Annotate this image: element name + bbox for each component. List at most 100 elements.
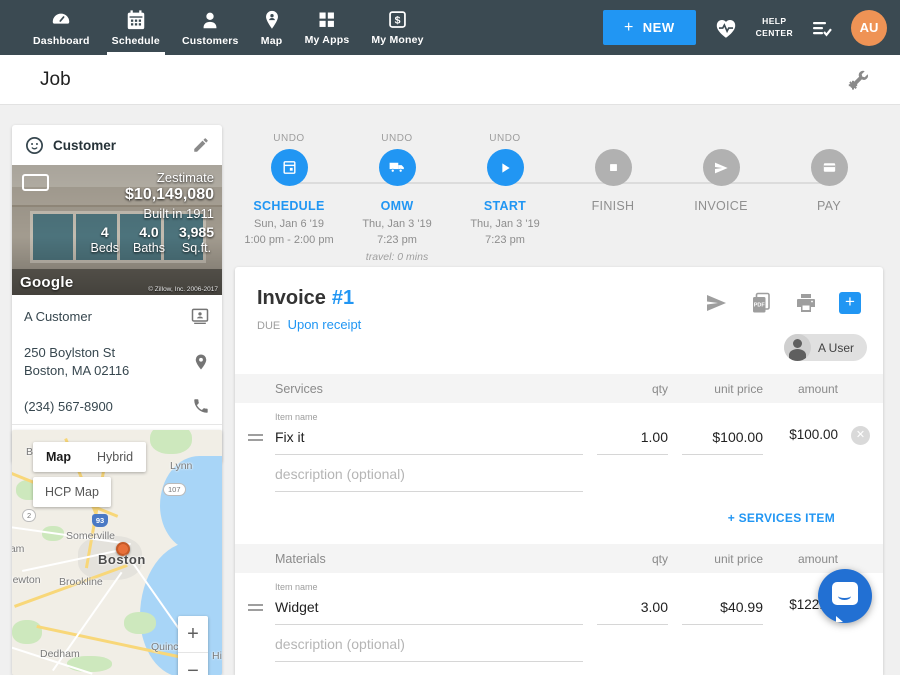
tasks-checklist-icon[interactable] [810, 16, 834, 40]
chat-button[interactable] [818, 569, 872, 623]
material-item-name-input[interactable]: Widget [275, 592, 583, 625]
material-description-input[interactable]: description (optional) [275, 629, 583, 662]
map-label-somerville: Somerville [66, 530, 115, 542]
finish-step-button[interactable] [595, 149, 632, 186]
dashboard-icon [49, 9, 73, 31]
contact-card-icon[interactable] [190, 306, 210, 326]
street-view-icon[interactable] [22, 174, 49, 191]
svg-text:PDF: PDF [754, 303, 766, 309]
pdf-icon[interactable]: PDF [749, 291, 773, 315]
step-label: OMW [343, 199, 451, 213]
step-date-line: Thu, Jan 3 '19 [451, 217, 559, 233]
address-line2: Boston, MA 02116 [24, 363, 129, 378]
heart-pulse-icon[interactable] [713, 15, 739, 41]
customer-card-header: Customer [12, 125, 222, 165]
map-label-brookline: Brookline [59, 576, 103, 588]
service-unit-price-input[interactable]: $100.00 [682, 422, 763, 455]
nav-item-dashboard[interactable]: Dashboard [22, 0, 101, 55]
nav-label: Schedule [112, 35, 160, 47]
unit-price-column-header: unit price [668, 552, 763, 566]
assigned-row: A User [235, 334, 883, 361]
undo-link[interactable]: UNDO [343, 133, 451, 147]
pay-step-button[interactable] [811, 149, 848, 186]
map-label-boston: Boston [98, 552, 146, 567]
step-label: INVOICE [667, 199, 775, 213]
nav-item-my-money[interactable]: $ My Money [360, 0, 434, 55]
nav-item-my-apps[interactable]: My Apps [294, 0, 361, 55]
map-type-map-button[interactable]: Map [33, 442, 84, 472]
baths-value: 4.0 [133, 224, 165, 240]
map-label-lynn: Lynn [170, 460, 192, 472]
step-label: FINISH [559, 199, 667, 213]
new-button-label: NEW [643, 20, 675, 35]
material-qty-input[interactable]: 3.00 [597, 592, 668, 625]
timeline-step-start: UNDO START Thu, Jan 3 '19 7:23 pm [451, 125, 559, 265]
undo-link[interactable]: UNDO [235, 133, 343, 147]
user-avatar[interactable]: AU [851, 10, 887, 46]
services-section-label: Services [275, 382, 583, 396]
step-date-line: Sun, Jan 6 '19 [235, 217, 343, 233]
invoice-step-button[interactable] [703, 149, 740, 186]
map-label-newton: Newton [12, 574, 41, 586]
nav-label: Customers [182, 35, 239, 47]
edit-pencil-icon[interactable] [192, 136, 210, 154]
customer-name-row: A Customer [24, 297, 210, 335]
zestimate-label: Zestimate [90, 170, 214, 185]
wrench-gear-icon[interactable] [846, 68, 870, 92]
step-date: Thu, Jan 3 '19 7:23 pm travel: 0 mins [343, 217, 451, 265]
delete-item-icon[interactable]: ✕ [851, 426, 870, 445]
step-label: SCHEDULE [235, 199, 343, 213]
nav-item-schedule[interactable]: Schedule [101, 0, 171, 55]
map-type-hybrid-button[interactable]: Hybrid [84, 442, 146, 472]
print-icon[interactable] [794, 291, 818, 315]
map-icon [261, 9, 283, 31]
beds-value: 4 [90, 224, 119, 240]
nav-item-customers[interactable]: Customers [171, 0, 250, 55]
service-item-name-input[interactable]: Fix it [275, 422, 583, 455]
sqft-label: Sq.ft. [179, 241, 214, 255]
services-header-band: Services qty unit price amount [235, 374, 883, 403]
assigned-user-chip[interactable]: A User [784, 334, 867, 361]
property-stats: 4 4.0 3,985 Beds Baths Sq.ft. [90, 224, 214, 255]
customer-card-title: Customer [53, 138, 116, 153]
plus-icon: + [624, 22, 634, 34]
map-zoom-control: + − [178, 616, 208, 675]
send-invoice-icon[interactable] [704, 291, 728, 315]
drag-handle[interactable] [248, 434, 263, 441]
hcp-map-button[interactable]: HCP Map [33, 477, 111, 507]
undo-link[interactable]: UNDO [451, 133, 559, 147]
materials-section-label: Materials [275, 552, 583, 566]
step-label: START [451, 199, 559, 213]
help-center-link[interactable]: HELP CENTER [756, 16, 793, 38]
due-value-link[interactable]: Upon receipt [288, 317, 362, 332]
zoom-in-button[interactable]: + [178, 616, 208, 652]
timeline-step-omw: UNDO OMW Thu, Jan 3 '19 7:23 pm travel: … [343, 125, 451, 265]
location-pin-icon[interactable] [192, 352, 210, 372]
service-description-input[interactable]: description (optional) [275, 459, 583, 492]
start-step-button[interactable] [487, 149, 524, 186]
add-materials-row: + MATERIALS ITEM [235, 662, 883, 675]
add-invoice-icon[interactable]: + [839, 292, 861, 314]
service-qty-input[interactable]: 1.00 [597, 422, 668, 455]
map-park [12, 620, 42, 644]
customer-address-row: 250 Boylston St Boston, MA 02116 [24, 335, 210, 388]
route-badge-2: 2 [22, 509, 36, 522]
qty-column-header: qty [583, 382, 668, 396]
nav-item-map[interactable]: Map [250, 0, 294, 55]
timeline-step-schedule: UNDO SCHEDULE Sun, Jan 6 '19 1:00 pm - 2… [235, 125, 343, 265]
built-year: Built in 1911 [90, 206, 214, 221]
zoom-out-button[interactable]: − [178, 653, 208, 675]
material-unit-price-input[interactable]: $40.99 [682, 592, 763, 625]
amount-column-header: amount [763, 382, 838, 396]
baths-label: Baths [133, 241, 165, 255]
schedule-step-button[interactable] [271, 149, 308, 186]
credit-card-icon [821, 159, 838, 176]
new-button[interactable]: + NEW [603, 10, 696, 45]
drag-handle[interactable] [248, 604, 263, 611]
photo-credit: © Zillow, Inc. 2006-2017 [148, 286, 218, 293]
add-services-item-link[interactable]: + SERVICES ITEM [728, 511, 835, 525]
omw-step-button[interactable] [379, 149, 416, 186]
play-icon [497, 160, 513, 176]
add-services-row: + SERVICES ITEM [235, 492, 883, 531]
phone-icon[interactable] [192, 397, 210, 415]
